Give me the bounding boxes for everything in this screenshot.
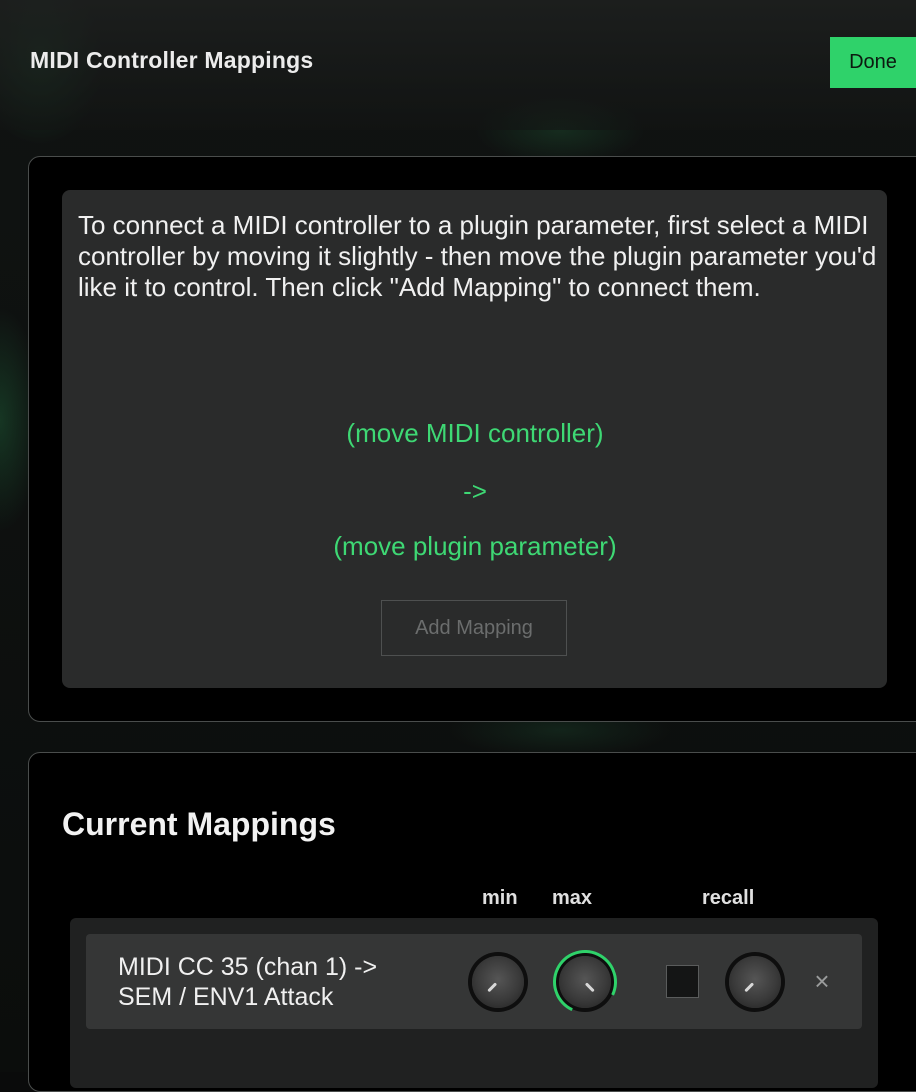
column-min-label: min	[482, 887, 518, 909]
recall-checkbox[interactable]	[666, 965, 699, 998]
mapping-target: SEM / ENV1 Attack	[118, 983, 334, 1011]
knob-indicator	[487, 982, 498, 993]
page-title: MIDI Controller Mappings	[30, 47, 314, 73]
add-mapping-button[interactable]: Add Mapping	[381, 600, 567, 656]
mapping-source: MIDI CC 35 (chan 1) ->	[118, 953, 378, 981]
recall-knob[interactable]	[729, 956, 781, 1008]
instructions-text: To connect a MIDI controller to a plugin…	[78, 210, 877, 302]
controller-prompt: (move MIDI controller)	[346, 418, 604, 448]
column-max-label: max	[552, 887, 593, 909]
arrow-text: ->	[463, 476, 487, 506]
done-button[interactable]: Done	[830, 37, 916, 88]
knob-indicator	[744, 982, 755, 993]
current-mappings-title: Current Mappings	[62, 806, 336, 842]
max-knob[interactable]	[559, 956, 611, 1008]
knob-indicator	[584, 982, 595, 993]
parameter-prompt: (move plugin parameter)	[333, 531, 617, 561]
column-recall-label: recall	[702, 887, 755, 909]
min-knob[interactable]	[472, 956, 524, 1008]
mapping-description: MIDI CC 35 (chan 1) -> SEM / ENV1 Attack	[118, 952, 458, 1012]
close-icon[interactable]: ×	[810, 965, 834, 997]
